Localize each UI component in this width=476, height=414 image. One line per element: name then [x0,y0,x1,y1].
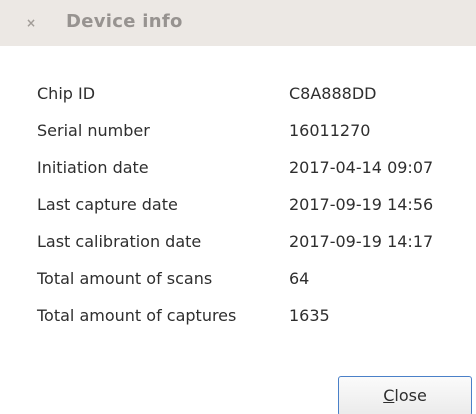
info-value: 64 [289,269,310,288]
info-value: 2017-09-19 14:56 [289,195,434,214]
info-label: Initiation date [37,158,149,177]
info-value: C8A888DD [289,84,377,103]
info-label: Last calibration date [37,232,202,251]
info-label: Total amount of scans [37,269,213,288]
info-value: 1635 [289,306,330,325]
info-label: Last capture date [37,195,178,214]
close-button-label: lose [394,386,427,405]
info-value: 2017-04-14 09:07 [289,158,434,177]
close-icon[interactable]: × [22,14,40,32]
info-label: Total amount of captures [37,306,237,325]
close-button-mnemonic: C [383,386,395,405]
info-label: Chip ID [37,84,96,103]
title-bar: × Device info [0,0,476,46]
device-info-dialog: × Device info Chip ID C8A888DD Serial nu… [0,0,476,414]
info-value: 16011270 [289,121,371,140]
info-label: Serial number [37,121,150,140]
dialog-title: Device info [66,11,183,32]
info-value: 2017-09-19 14:17 [289,232,434,251]
close-button[interactable]: Close [338,376,472,414]
